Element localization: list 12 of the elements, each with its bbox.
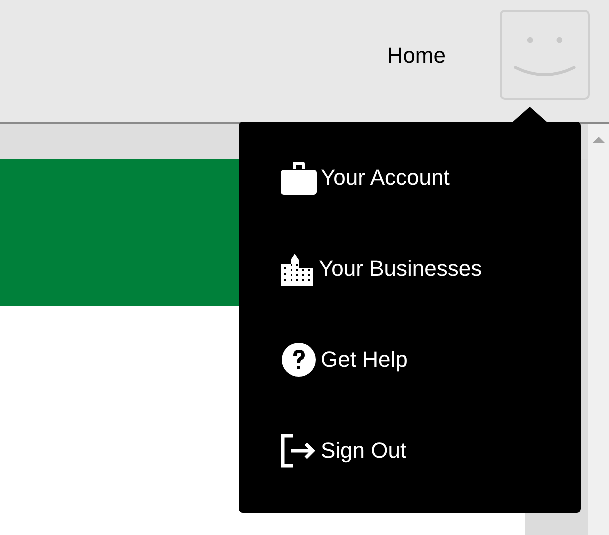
scroll-up-icon[interactable] xyxy=(592,136,604,144)
avatar-button[interactable] xyxy=(500,10,590,100)
building-icon xyxy=(281,252,315,286)
home-link[interactable]: Home xyxy=(387,43,446,69)
menu-item[interactable]: Sign Out xyxy=(281,433,581,469)
menu-item[interactable]: Your Businesses xyxy=(281,251,581,287)
briefcase-icon xyxy=(281,161,317,195)
scrollbar[interactable] xyxy=(588,124,609,535)
help-icon xyxy=(281,342,317,378)
menu-item[interactable]: Get Help xyxy=(281,342,581,378)
sign-out-icon xyxy=(281,434,317,468)
menu-item[interactable]: Your Account xyxy=(281,160,581,196)
